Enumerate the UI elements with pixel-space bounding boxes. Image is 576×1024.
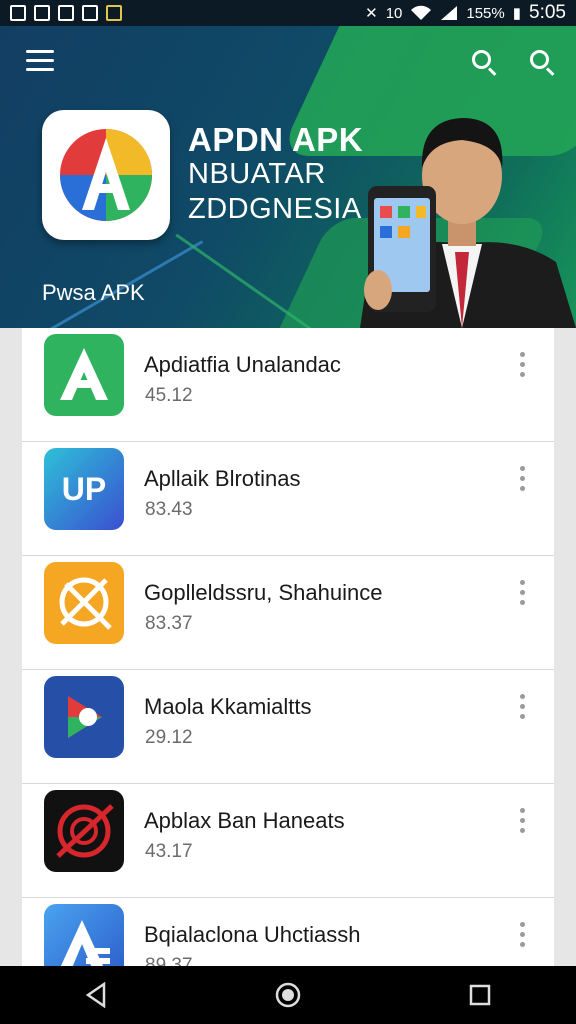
back-icon[interactable] [76, 975, 116, 1015]
blue-a-icon [44, 904, 124, 968]
banner-title-line: ZDDGNESIA [188, 193, 362, 225]
more-options-icon[interactable] [516, 694, 528, 724]
app-name: Goplleldssru, Shahuince [144, 580, 383, 605]
target-slash-icon [44, 790, 124, 872]
system-nav-bar [0, 966, 576, 1024]
list-item[interactable]: Apblax Ban Haneats 43.17 [22, 784, 554, 898]
app-name: Maola Kkamialtts [144, 694, 312, 719]
more-options-icon[interactable] [516, 352, 528, 382]
banner-title-line: APDN APK [188, 121, 364, 158]
status-bar: ✕ 10 155% ▮ 5:05 [0, 0, 576, 26]
hero-banner: APDN APK NBUATAR ZDDGNESIA Pwsa APK [0, 26, 576, 328]
status-indicators: ✕ 10 155% ▮ 5:05 [365, 2, 566, 24]
banner-title-line: NBUATAR [188, 158, 326, 190]
presenter-illustration [360, 118, 576, 328]
app-logo-icon [60, 129, 152, 221]
cell-signal-icon [441, 6, 458, 20]
notification-icon [58, 5, 74, 21]
signal-label: 10 [385, 4, 403, 22]
image-icon [34, 5, 50, 21]
search-icon[interactable] [528, 48, 556, 76]
app-name: Apdiatfia Unalandac [144, 352, 341, 377]
battery-level: 155% [466, 4, 505, 22]
list-item[interactable]: Apdiatfia Unalandac 45.12 [22, 328, 554, 442]
banner-title: APDN APK NBUATAR ZDDGNESIA [188, 122, 363, 227]
app-value: 43.17 [145, 841, 193, 862]
green-a-icon [44, 334, 124, 416]
app-value: 45.12 [145, 385, 193, 406]
app-value: 83.37 [145, 613, 193, 634]
app-name: Apllaik Blrotinas [144, 466, 301, 491]
notification-icon [10, 5, 26, 21]
list-item[interactable]: Bqialaclona Uhctiassh 89.37 [22, 898, 554, 968]
battery-icon: ▮ [512, 5, 522, 22]
more-options-icon[interactable] [516, 808, 528, 838]
wifi-icon [411, 5, 432, 20]
svg-text:UP: UP [62, 471, 106, 507]
hamburger-menu-icon[interactable] [26, 50, 54, 72]
home-icon[interactable] [268, 975, 308, 1015]
shield-icon [82, 5, 98, 21]
app-notification-icon [106, 5, 122, 21]
list-item[interactable]: Maola Kkamialtts 29.12 [22, 670, 554, 784]
list-item[interactable]: UP Apllaik Blrotinas 83.43 [22, 442, 554, 556]
mute-icon: ✕ [365, 5, 378, 22]
app-logo [42, 110, 170, 240]
more-options-icon[interactable] [516, 580, 528, 610]
up-badge-icon: UP [44, 448, 124, 530]
notification-icons [10, 5, 122, 21]
app-list: Apdiatfia Unalandac 45.12 UP Apllaik Blr… [22, 328, 554, 968]
play-d-icon [44, 676, 124, 758]
list-item[interactable]: Goplleldssru, Shahuince 83.37 [22, 556, 554, 670]
more-options-icon[interactable] [516, 466, 528, 496]
clock: 5:05 [529, 2, 566, 23]
app-value: 29.12 [145, 727, 193, 748]
compass-wrench-icon [44, 562, 124, 644]
app-name: Bqialaclona Uhctiassh [144, 922, 361, 947]
search-icon[interactable] [470, 48, 498, 76]
app-name: Apblax Ban Haneats [144, 808, 345, 833]
recents-icon[interactable] [460, 975, 500, 1015]
banner-subtitle: Pwsa APK [42, 280, 145, 305]
app-value: 83.43 [145, 499, 193, 520]
more-options-icon[interactable] [516, 922, 528, 952]
